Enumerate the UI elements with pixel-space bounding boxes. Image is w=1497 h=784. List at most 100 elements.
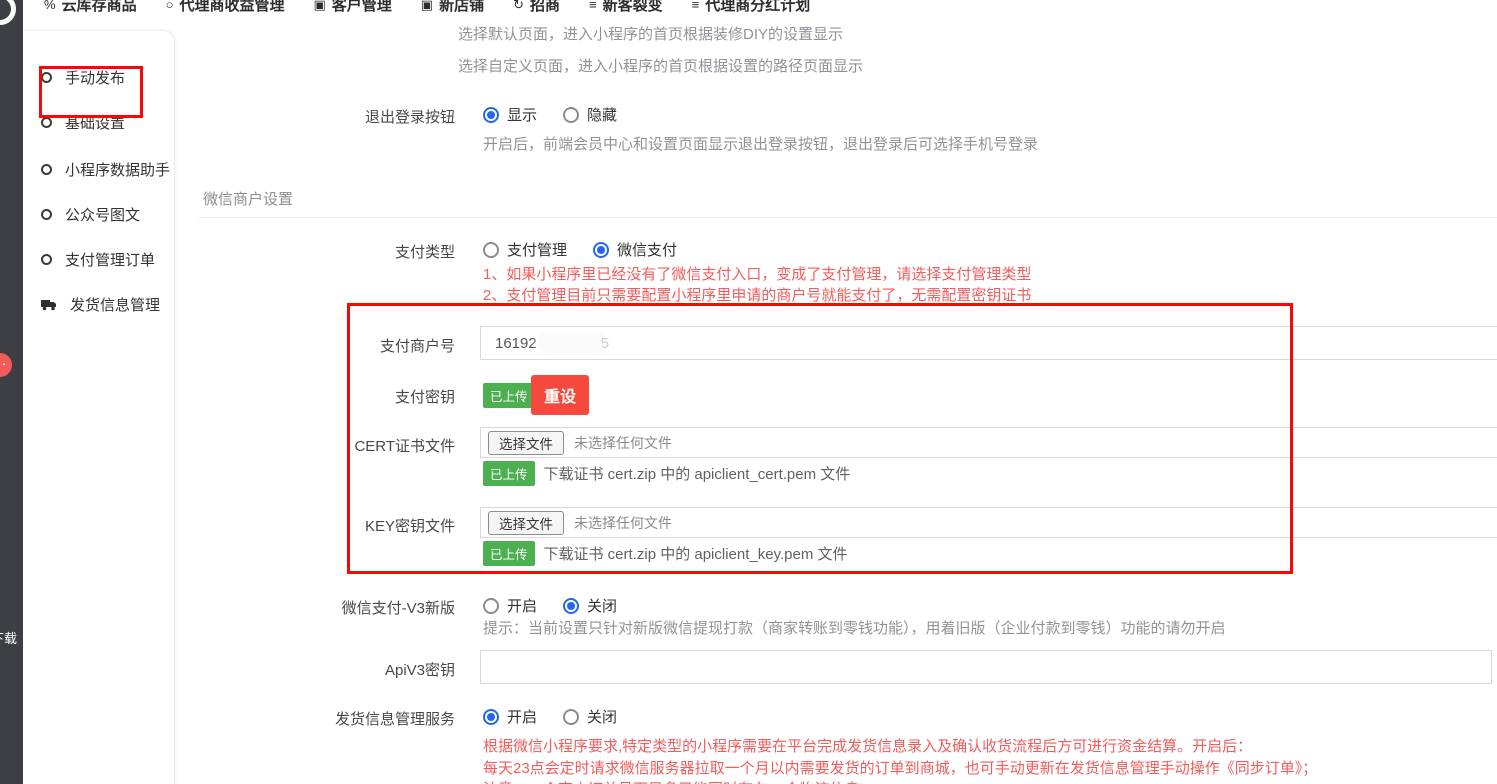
section-title-wechat-merchant: 微信商户设置 — [203, 188, 293, 209]
left-rail: ··· 下载 — [0, 0, 23, 784]
merchant-id-input[interactable]: 16192 5 — [480, 326, 1497, 360]
menu-icon: ≡ — [692, 0, 700, 12]
pay-type-label: 支付类型 — [195, 241, 455, 262]
cert-file-input[interactable]: 选择文件 未选择任何文件 — [480, 427, 1497, 458]
sidebar: 手动发布 基础设置 小程序数据助手 公众号图文 支付管理订单 发货信息管理 — [23, 30, 175, 784]
radio-unselected-icon[interactable] — [483, 598, 499, 614]
wxpay-v3-label: 微信支付-V3新版 — [195, 597, 455, 618]
circle-icon — [41, 72, 52, 83]
refresh-icon: ↻ — [513, 0, 524, 13]
radio-disable[interactable]: 关闭 — [563, 595, 617, 616]
circle-icon: ○ — [166, 0, 174, 12]
radio-disable[interactable]: 关闭 — [563, 706, 617, 727]
radio-unselected-icon[interactable] — [483, 242, 499, 258]
circle-icon — [41, 164, 52, 175]
logout-radio-group: 显示 隐藏 — [483, 104, 617, 125]
nav-item-agent-income[interactable]: ○ 代理商收益管理 — [166, 0, 285, 15]
reset-button[interactable]: 重设 — [531, 375, 589, 415]
shipping-note-3: 注意：一个商户订单号下最多只能同时存在10个物流信息 — [483, 778, 860, 784]
nav-item-cloud-stock[interactable]: % 云库存商品 — [44, 0, 137, 15]
shipping-service-radio-group: 开启 关闭 — [483, 706, 617, 727]
key-file-input[interactable]: 选择文件 未选择任何文件 — [480, 507, 1497, 538]
cert-upload-status-row: 已上传 下载证书 cert.zip 中的 apiclient_cert.pem … — [483, 461, 850, 486]
choose-file-button[interactable]: 选择文件 — [488, 511, 564, 535]
sidebar-item-shipping-info[interactable]: 发货信息管理 — [41, 294, 160, 315]
nav-item-customer-management[interactable]: ▣ 客户管理 — [313, 0, 391, 15]
radio-unselected-icon[interactable] — [563, 107, 579, 123]
sidebar-item-label: 支付管理订单 — [65, 249, 155, 270]
radio-enable[interactable]: 开启 — [483, 595, 537, 616]
sidebar-item-label: 公众号图文 — [65, 204, 140, 225]
circle-icon — [41, 254, 52, 265]
radio-unselected-icon[interactable] — [563, 709, 579, 725]
sidebar-item-manual-publish[interactable]: 手动发布 — [41, 67, 125, 88]
cert-file-label: CERT证书文件 — [195, 435, 455, 456]
panel-icon: ▣ — [421, 0, 433, 13]
radio-label: 显示 — [507, 104, 537, 125]
shipping-note-1: 根据微信小程序要求,特定类型的小程序需要在平台完成发货信息录入及确认收货流程后方… — [483, 735, 1252, 756]
top-navigation-row: % 云库存商品 ○ 代理商收益管理 ▣ 客户管理 ▣ 新店铺 ↻ 招商 ≡ 新客… — [23, 0, 1497, 15]
logo-circle-icon — [0, 0, 16, 25]
merchant-id-value: 16192 — [495, 335, 537, 352]
sidebar-item-miniprogram-data-assistant[interactable]: 小程序数据助手 — [41, 159, 170, 180]
radio-selected-icon[interactable] — [483, 709, 499, 725]
sidebar-item-payment-orders[interactable]: 支付管理订单 — [41, 249, 155, 270]
sidebar-item-label: 手动发布 — [65, 67, 125, 88]
nav-label: 云库存商品 — [62, 0, 137, 15]
download-link[interactable]: 下载 — [0, 628, 17, 647]
panel-icon: ▣ — [313, 0, 325, 13]
choose-file-button[interactable]: 选择文件 — [488, 431, 564, 455]
radio-selected-icon[interactable] — [593, 242, 609, 258]
radio-hide[interactable]: 隐藏 — [563, 104, 617, 125]
redaction-blur — [539, 334, 605, 352]
pay-type-radio-group: 支付管理 微信支付 — [483, 239, 677, 260]
radio-label: 微信支付 — [617, 239, 677, 260]
circle-icon — [41, 117, 52, 128]
menu-icon: ≡ — [589, 0, 597, 12]
cert-file-hint: 下载证书 cert.zip 中的 apiclient_cert.pem 文件 — [544, 463, 851, 484]
radio-label: 开启 — [507, 706, 537, 727]
nav-label: 新店铺 — [439, 0, 484, 15]
radio-selected-icon[interactable] — [483, 107, 499, 123]
wxpay-v3-radio-group: 开启 关闭 — [483, 595, 617, 616]
key-upload-status-row: 已上传 下载证书 cert.zip 中的 apiclient_key.pem 文… — [483, 541, 848, 566]
sidebar-item-label: 发货信息管理 — [70, 294, 160, 315]
no-file-text: 未选择任何文件 — [574, 433, 672, 453]
pay-type-note-2: 2、支付管理目前只需要配置小程序里申请的商户号就能支付了，无需配置密钥证书 — [483, 284, 1031, 305]
radio-enable[interactable]: 开启 — [483, 706, 537, 727]
nav-item-new-shop[interactable]: ▣ 新店铺 — [421, 0, 484, 15]
sidebar-item-label: 基础设置 — [65, 112, 125, 133]
home-page-description-2: 选择自定义页面，进入小程序的首页根据设置的路径页面显示 — [458, 55, 863, 76]
apiv3-secret-label: ApiV3密钥 — [195, 659, 455, 680]
key-file-label: KEY密钥文件 — [195, 515, 455, 536]
nav-label: 代理商收益管理 — [179, 0, 284, 15]
section-divider — [199, 217, 1497, 218]
radio-show[interactable]: 显示 — [483, 104, 537, 125]
app-page: % 云库存商品 ○ 代理商收益管理 ▣ 客户管理 ▣ 新店铺 ↻ 招商 ≡ 新客… — [0, 0, 1497, 784]
radio-label: 隐藏 — [587, 104, 617, 125]
sidebar-item-basic-settings[interactable]: 基础设置 — [41, 112, 125, 133]
shipping-note-2: 每天23点会定时请求微信服务器拉取一个月以内需要发货的订单到商城，也可手动更新在… — [483, 757, 1317, 778]
radio-label: 关闭 — [587, 595, 617, 616]
key-file-hint: 下载证书 cert.zip 中的 apiclient_key.pem 文件 — [544, 543, 848, 564]
no-file-text: 未选择任何文件 — [574, 513, 672, 533]
radio-selected-icon[interactable] — [563, 598, 579, 614]
circle-icon — [41, 209, 52, 220]
radio-label: 开启 — [507, 595, 537, 616]
nav-label: 新客裂变 — [603, 0, 663, 15]
pay-type-note-1: 1、如果小程序里已经没有了微信支付入口，变成了支付管理，请选择支付管理类型 — [483, 263, 1031, 284]
sidebar-item-official-account-articles[interactable]: 公众号图文 — [41, 204, 140, 225]
radio-pay-management[interactable]: 支付管理 — [483, 239, 567, 260]
radio-wechat-pay[interactable]: 微信支付 — [593, 239, 677, 260]
merchant-id-tail: 5 — [601, 335, 609, 352]
nav-item-new-customer-fission[interactable]: ≡ 新客裂变 — [589, 0, 663, 15]
nav-item-investment[interactable]: ↻ 招商 — [513, 0, 560, 15]
radio-label: 支付管理 — [507, 239, 567, 260]
uploaded-badge: 已上传 — [483, 461, 535, 486]
notification-badge[interactable]: ··· — [0, 353, 12, 377]
nav-label: 招商 — [530, 0, 560, 15]
apiv3-secret-input[interactable] — [480, 650, 1492, 684]
home-page-description-1: 选择默认页面，进入小程序的首页根据装修DIY的设置显示 — [458, 23, 843, 44]
sidebar-item-label: 小程序数据助手 — [65, 159, 170, 180]
nav-item-agent-dividend-plan[interactable]: ≡ 代理商分红计划 — [692, 0, 811, 15]
